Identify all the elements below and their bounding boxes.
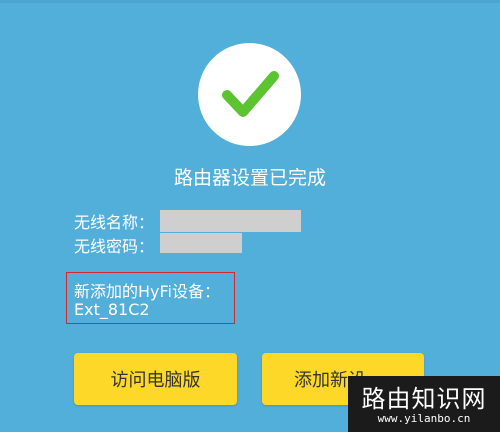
wireless-password-label: 无线密码： bbox=[74, 237, 155, 256]
success-badge bbox=[198, 43, 301, 146]
top-divider bbox=[0, 0, 500, 3]
wireless-name-label: 无线名称： bbox=[74, 213, 155, 232]
new-device-name: Ext_81C2 bbox=[74, 300, 150, 319]
watermark-url: www.yilanbo.cn bbox=[377, 412, 471, 425]
wireless-password-redacted bbox=[160, 233, 242, 253]
watermark-logo: 路由知识网 www.yilanbo.cn bbox=[348, 376, 500, 432]
setup-complete-title: 路由器设置已完成 bbox=[173, 167, 326, 189]
wireless-name-redacted bbox=[160, 210, 301, 232]
visit-pc-button[interactable]: 访问电脑版 bbox=[74, 353, 237, 405]
new-device-label: 新添加的HyFi设备： bbox=[74, 282, 220, 301]
watermark-title: 路由知识网 bbox=[361, 385, 487, 413]
checkmark-icon bbox=[222, 71, 279, 117]
